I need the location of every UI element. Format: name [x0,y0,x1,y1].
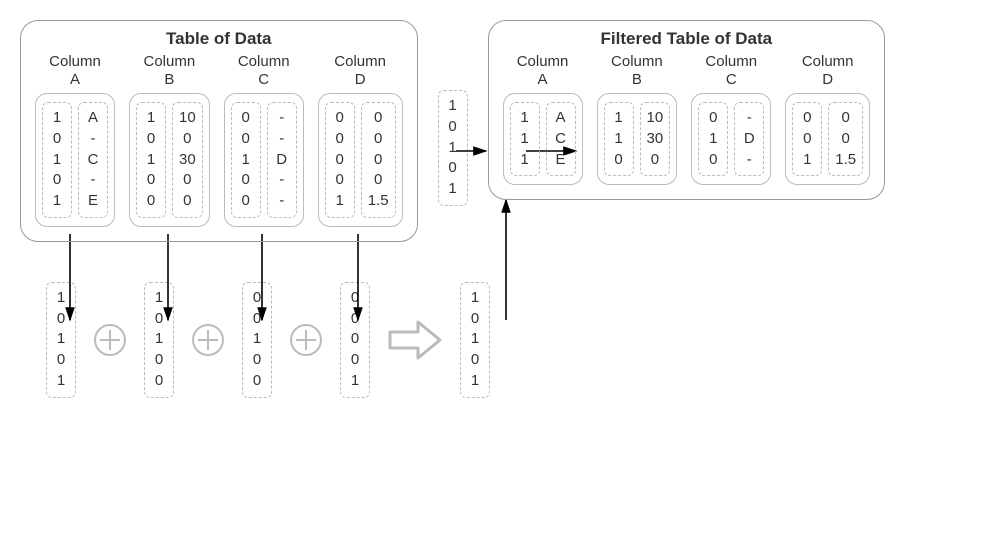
right-col-1-values: 10300 [640,102,671,176]
right-col-1-column: Column B 11010300 [597,53,678,185]
right-col-0-mask: 111 [510,102,540,176]
right-col-3-label: Column D [802,53,854,89]
left-columns: Column A10101A-C-EColumn B101001003000Co… [35,53,403,227]
xor-op-icon [94,324,126,356]
mask-combination-row: 10101 10100 00100 00001 10101 [46,282,980,398]
right-col-3-values: 001.5 [828,102,863,176]
left-col-0-body: 10101A-C-E [35,93,115,227]
left-col-0-values: A-C-E [78,102,108,218]
left-col-1-body: 101001003000 [129,93,210,227]
left-col-1-mask: 10100 [136,102,166,218]
right-col-2-label: Column C [705,53,757,89]
left-col-0-label: Column A [49,53,101,89]
right-col-1-body: 11010300 [597,93,678,185]
xor-op-icon [290,324,322,356]
right-col-1-mask: 110 [604,102,634,176]
right-col-2-values: -D- [734,102,764,176]
diagram-root: Table of Data Column A10101A-C-EColumn B… [20,20,980,398]
bottom-vec-3: 00001 [340,282,370,398]
right-col-3-body: 001001.5 [785,93,870,185]
big-arrow-icon [388,320,442,360]
left-col-2-body: 00100--D-- [224,93,304,227]
left-col-3-body: 0000100001.5 [318,93,403,227]
left-col-2-label: Column C [238,53,290,89]
left-col-0-column: Column A 10101A-C-E [35,53,115,227]
table-of-data-panel: Table of Data Column A10101A-C-EColumn B… [20,20,418,242]
left-col-0-mask: 10101 [42,102,72,218]
left-col-2-column: Column C 00100--D-- [224,53,304,227]
bottom-vec-2: 00100 [242,282,272,398]
left-col-3-column: Column D 0000100001.5 [318,53,403,227]
right-col-1-label: Column B [611,53,663,89]
left-col-3-mask: 00001 [325,102,355,218]
right-col-0-body: 111ACE [503,93,583,185]
left-col-2-values: --D-- [267,102,297,218]
left-col-3-label: Column D [334,53,386,89]
combined-mask-vector: 10101 [438,90,468,206]
filtered-table-panel: Filtered Table of Data Column A111ACECol… [488,20,886,200]
right-col-0-label: Column A [517,53,569,89]
left-col-2-mask: 00100 [231,102,261,218]
bottom-vec-1: 10100 [144,282,174,398]
right-col-2-body: 010-D- [691,93,771,185]
left-panel-title: Table of Data [35,29,403,49]
right-panel-title: Filtered Table of Data [503,29,871,49]
middle-mask-column: 10101 [438,20,468,206]
xor-op-icon [192,324,224,356]
bottom-vec-0: 10101 [46,282,76,398]
bottom-result-vec: 10101 [460,282,490,398]
right-col-2-mask: 010 [698,102,728,176]
left-col-1-column: Column B 101001003000 [129,53,210,227]
right-col-3-column: Column D 001001.5 [785,53,870,185]
right-col-0-column: Column A 111ACE [503,53,583,185]
right-col-2-column: Column C 010-D- [691,53,771,185]
right-columns: Column A 111ACE Column B 11010300 Column C 01… [503,53,871,185]
right-col-3-mask: 001 [792,102,822,176]
left-col-3-values: 00001.5 [361,102,396,218]
left-col-1-label: Column B [144,53,196,89]
left-col-1-values: 1003000 [172,102,203,218]
right-col-0-values: ACE [546,102,576,176]
